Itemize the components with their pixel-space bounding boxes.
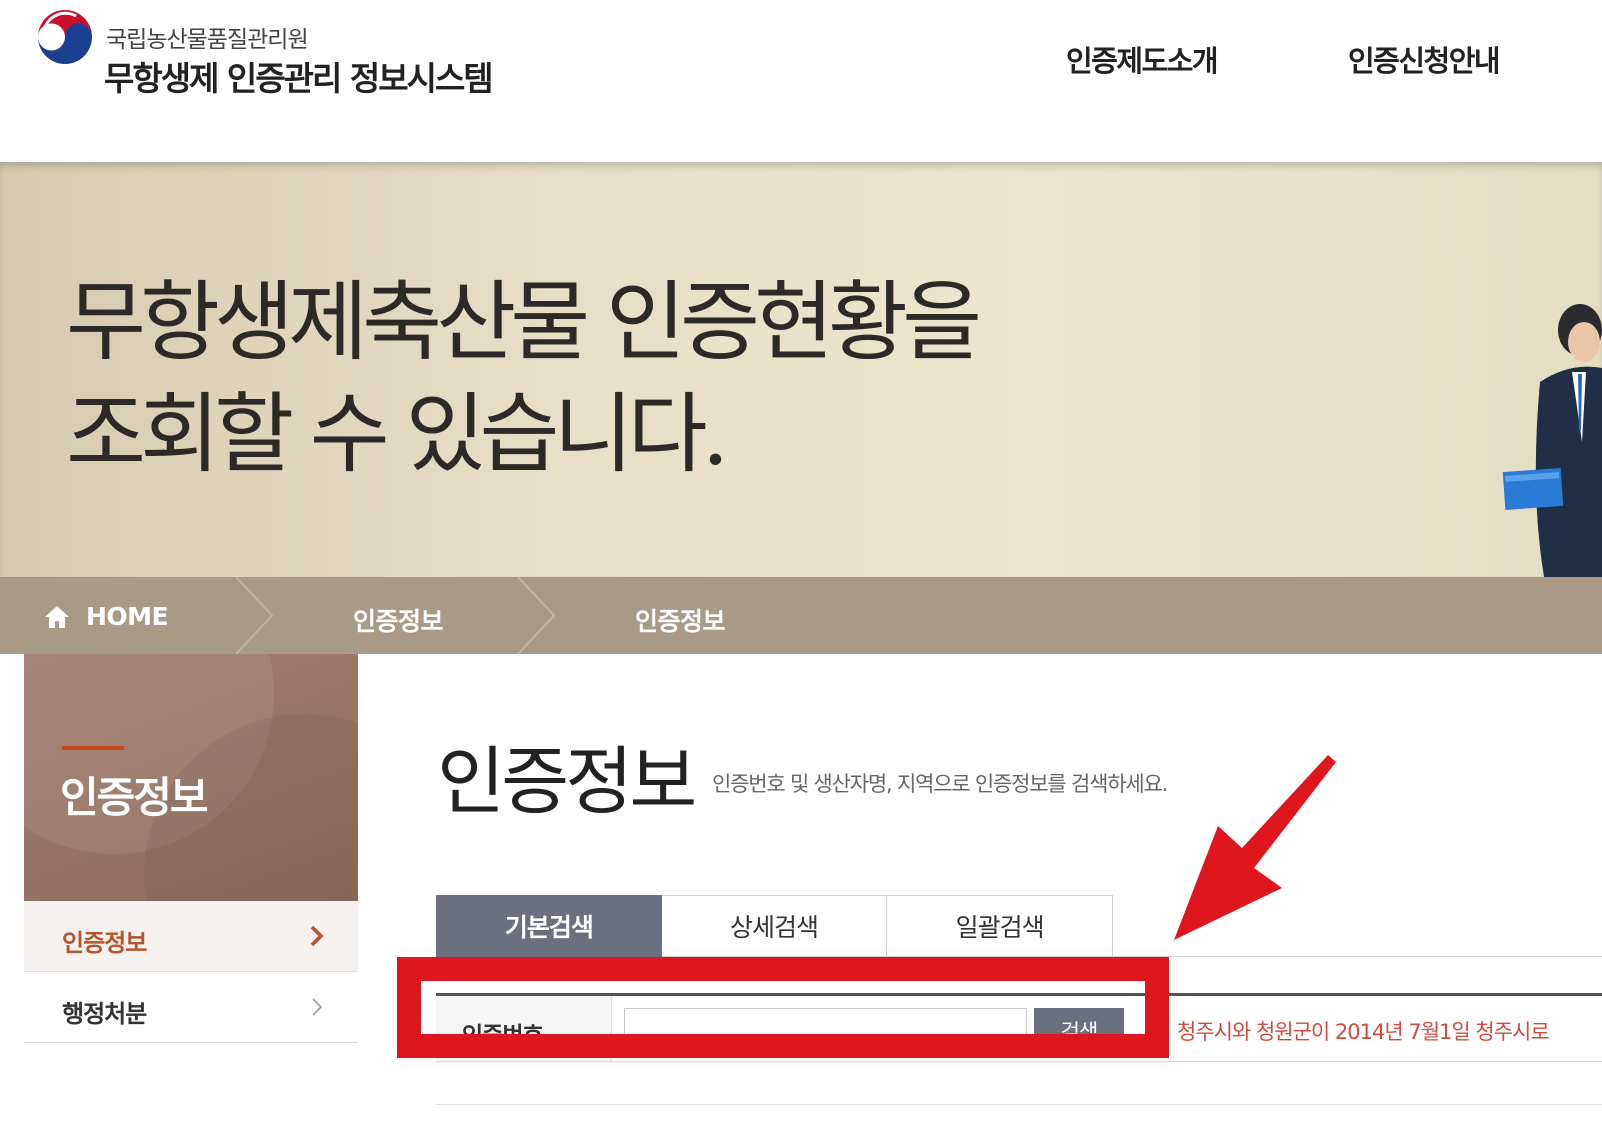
breadcrumb-item-depth1[interactable]: 인증정보 [353,602,444,638]
page-description: 인증번호 및 생산자명, 지역으로 인증정보를 검색하세요. [712,772,1168,796]
korea-government-emblem-icon[interactable] [36,8,94,66]
nav-item-application-guide[interactable]: 인증신청안내 [1348,38,1501,80]
chevron-right-icon [312,998,323,1016]
banner-headline: 무항생제축산물 인증현황을 조회할 수 있습니다. [66,266,1166,490]
breadcrumb: HOME 인증정보 인증정보 [0,577,1602,654]
sidebar-item-label: 행정처분 [62,1000,147,1028]
sidebar-item-label: 인증정보 [62,929,147,957]
breadcrumb-home-label: HOME [86,602,169,631]
sidebar-item-cert-info[interactable]: 인증정보 [24,901,358,972]
breadcrumb-separator-icon [235,577,274,654]
cert-number-input[interactable] [624,1008,1027,1053]
home-icon [45,605,69,628]
sidebar-title: 인증정보 [60,773,209,822]
tab-basic-search[interactable]: 기본검색 [436,895,662,957]
tab-detail-search[interactable]: 상세검색 [661,895,888,957]
breadcrumb-home[interactable]: HOME [44,602,169,631]
search-button[interactable]: 검색 [1034,1008,1124,1053]
red-arrow-icon [1174,755,1336,940]
search-table-bottom-border [436,1061,1602,1062]
region-notice: 청주시와 청원군이 2014년 7월1일 청주시로 [1177,1020,1550,1044]
breadcrumb-separator-icon [517,577,556,654]
banner-line-2: 조회할 수 있습니다. [66,383,729,485]
search-tabs: 기본검색 상세검색 일괄검색 [436,895,1114,957]
org-name: 국립농산물품질관리원 [106,27,309,53]
page-title: 인증정보 [437,739,697,825]
sidebar-header: 인증정보 [24,654,358,901]
breadcrumb-item-label: 인증정보 [635,607,726,636]
visual-banner: 무항생제축산물 인증현황을 조회할 수 있습니다. [0,162,1602,577]
sidebar-item-admin-action[interactable]: 행정처분 [24,972,358,1043]
nav-item-certification-intro[interactable]: 인증제도소개 [1066,38,1219,80]
content-divider [436,1104,1602,1105]
chevron-right-icon [310,925,324,947]
site-header: 국립농산물품질관리원 무항생제 인증관리 정보시스템 인증제도소개 인증신청안내 [0,0,1602,162]
person-illustration [1502,304,1602,577]
system-name[interactable]: 무항생제 인증관리 정보시스템 [104,52,494,100]
sidebar-title-accent [62,746,124,750]
breadcrumb-item-depth2[interactable]: 인증정보 [635,602,726,638]
breadcrumb-item-label: 인증정보 [353,607,444,636]
tab-divider [1113,956,1602,957]
banner-line-1: 무항생제축산물 인증현황을 [66,271,982,373]
search-field-header: 인증번호 [436,996,612,1061]
tab-batch-search[interactable]: 일괄검색 [887,895,1114,957]
cert-number-label: 인증번호 [462,1023,544,1049]
